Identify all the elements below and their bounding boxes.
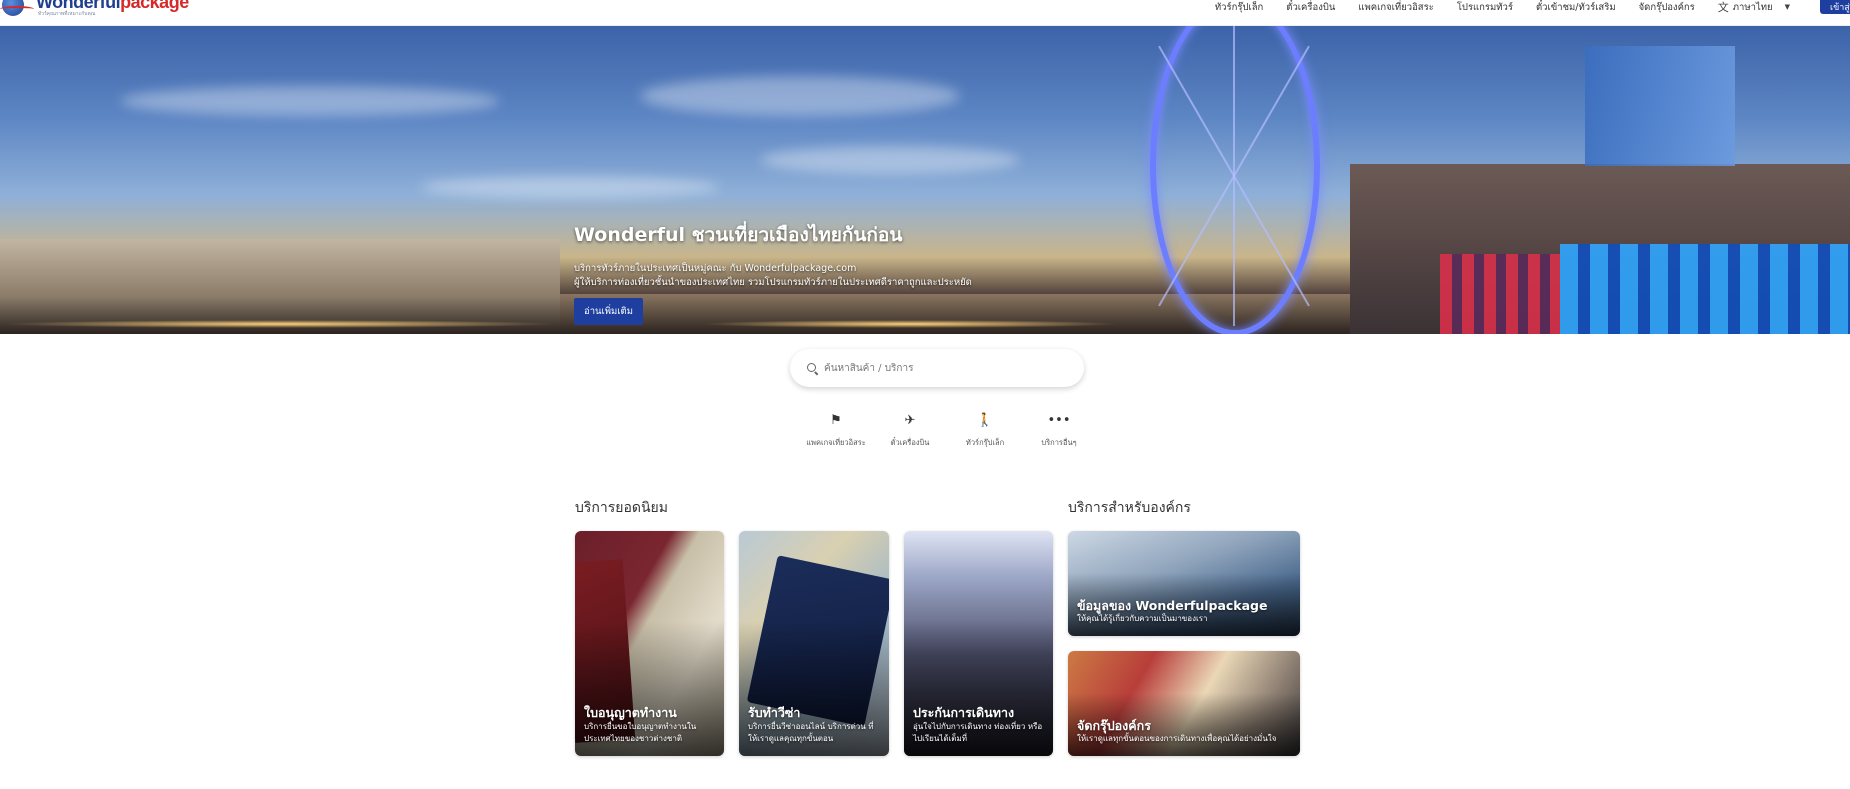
card-work-permit[interactable]: ใบอนุญาตทำงาน บริการยื่นขอใบอนุญาตทำงานใ… bbox=[575, 531, 724, 756]
more-icon: ••• bbox=[1047, 413, 1071, 428]
nav-flight-tickets[interactable]: ตั๋วเครื่องบิน bbox=[1286, 0, 1335, 15]
search-bar[interactable] bbox=[790, 349, 1084, 387]
hero-subtitle: บริการทัวร์ภายในประเทศเป็นหมู่คณะ กับ Wo… bbox=[574, 262, 1074, 290]
cloud-decoration bbox=[120, 86, 500, 116]
site-header: Wonderfulpackage ทัวร์คุณภาพที่เหมาะกับค… bbox=[0, 0, 1850, 26]
nav-tickets-addons[interactable]: ตั๋วเข้าชม/ทัวร์เสริม bbox=[1536, 0, 1616, 15]
quick-label: ทัวร์กรุ๊ปเล็ก bbox=[965, 438, 1005, 447]
globe-logo-icon bbox=[0, 0, 34, 16]
card-travel-insurance[interactable]: ประกันการเดินทาง อุ่นใจไปกับการเดินทาง ท… bbox=[904, 531, 1053, 756]
blue-facade-lights bbox=[1560, 244, 1850, 334]
nav-corporate-group[interactable]: จัดกรุ๊ปองค์กร bbox=[1639, 0, 1695, 15]
read-more-button[interactable]: อ่านเพิ่มเติม bbox=[574, 298, 643, 325]
translate-icon: 文 bbox=[1717, 1, 1729, 14]
hiker-icon: 🚶 bbox=[976, 413, 994, 428]
hero-banner: Wonderful ชวนเที่ยวเมืองไทยกันก่อน บริกา… bbox=[0, 26, 1850, 334]
glass-tower bbox=[1585, 46, 1735, 166]
quick-label: ตั๋วเครื่องบิน bbox=[890, 438, 930, 447]
quick-label: แพคเกจเที่ยวอิสระ bbox=[806, 438, 866, 447]
card-desc: บริการยื่นขอใบอนุญาตทำงานในประเทศไทยของช… bbox=[584, 722, 697, 743]
card-title: ประกันการเดินทาง bbox=[913, 705, 1015, 720]
corporate-section-title: บริการสำหรับองค์กร bbox=[1068, 500, 1191, 516]
quick-flights[interactable]: ✈ ตั๋วเครื่องบิน bbox=[870, 413, 950, 449]
flag-icon: ⚑ bbox=[830, 413, 842, 428]
hero-subtitle-line: บริการทัวร์ภายในประเทศเป็นหมู่คณะ กับ Wo… bbox=[574, 263, 857, 274]
cloud-decoration bbox=[640, 76, 960, 116]
airplane-icon: ✈ bbox=[904, 413, 916, 428]
red-facade-lights bbox=[1440, 254, 1560, 334]
caret-down-icon: ▼ bbox=[1784, 3, 1790, 11]
quick-other-services[interactable]: ••• บริการอื่นๆ bbox=[1019, 413, 1099, 449]
quick-small-group[interactable]: 🚶 ทัวร์กรุ๊ปเล็ก bbox=[945, 413, 1025, 449]
card-desc: ให้เราดูแลทุกขั้นตอนของการเดินทางเพื่อคุ… bbox=[1077, 734, 1277, 743]
cloud-decoration bbox=[760, 146, 1020, 174]
popular-section-title: บริการยอดนิยม bbox=[575, 500, 668, 516]
main-nav: ทัวร์กรุ๊ปเล็ก ตั๋วเครื่องบิน แพคเกจเที่… bbox=[1215, 0, 1790, 14]
logo-wordmark: Wonderfulpackage bbox=[36, 0, 189, 12]
card-desc: อุ่นใจไปกับการเดินทาง ท่องเที่ยว หรือไปเ… bbox=[913, 722, 1043, 743]
language-selector[interactable]: 文 ภาษาไทย ▼ bbox=[1718, 0, 1790, 15]
hero-title: Wonderful ชวนเที่ยวเมืองไทยกันก่อน bbox=[574, 224, 903, 246]
nav-small-group-tour[interactable]: ทัวร์กรุ๊ปเล็ก bbox=[1215, 0, 1263, 15]
card-title: ใบอนุญาตทำงาน bbox=[584, 705, 677, 720]
city-lights bbox=[0, 320, 560, 328]
logo-tagline: ทัวร์คุณภาพที่เหมาะกับคุณ bbox=[38, 11, 96, 17]
card-visa[interactable]: รับทำวีซ่า บริการยื่นวีซ่าออนไลน์ บริการ… bbox=[739, 531, 889, 756]
search-icon bbox=[807, 362, 818, 374]
cloud-decoration bbox=[420, 176, 720, 198]
quick-categories: ⚑ แพคเกจเที่ยวอิสระ ✈ ตั๋วเครื่องบิน 🚶 ท… bbox=[790, 413, 1090, 453]
card-title: รับทำวีซ่า bbox=[748, 705, 801, 720]
quick-free-packages[interactable]: ⚑ แพคเกจเที่ยวอิสระ bbox=[796, 413, 876, 449]
card-desc: ให้คุณได้รู้เกี่ยวกับความเป็นมาของเรา bbox=[1077, 614, 1208, 623]
hero-subtitle-line: ผู้ให้บริการท่องเที่ยวชั้นนำของประเทศไทย… bbox=[574, 277, 972, 288]
card-desc: บริการยื่นวีซ่าออนไลน์ บริการด่วน ที่ให้… bbox=[748, 722, 874, 743]
card-about-company[interactable]: ข้อมูลของ Wonderfulpackage ให้คุณได้รู้เ… bbox=[1068, 531, 1300, 636]
quick-label: บริการอื่นๆ bbox=[1041, 438, 1077, 447]
site-logo[interactable]: Wonderfulpackage ทัวร์คุณภาพที่เหมาะกับค… bbox=[0, 0, 189, 20]
login-button[interactable]: เข้าสู่ระบบ bbox=[1820, 0, 1850, 14]
nav-tour-programs[interactable]: โปรแกรมทัวร์ bbox=[1457, 0, 1513, 15]
card-corporate-group[interactable]: จัดกรุ๊ปองค์กร ให้เราดูแลทุกขั้นตอนของกา… bbox=[1068, 651, 1300, 756]
language-label: ภาษาไทย bbox=[1732, 1, 1773, 13]
hero-content: Wonderful ชวนเที่ยวเมืองไทยกันก่อน บริกา… bbox=[574, 220, 1074, 325]
search-input[interactable] bbox=[824, 362, 1064, 374]
nav-free-packages[interactable]: แพคเกจเที่ยวอิสระ bbox=[1358, 0, 1433, 15]
